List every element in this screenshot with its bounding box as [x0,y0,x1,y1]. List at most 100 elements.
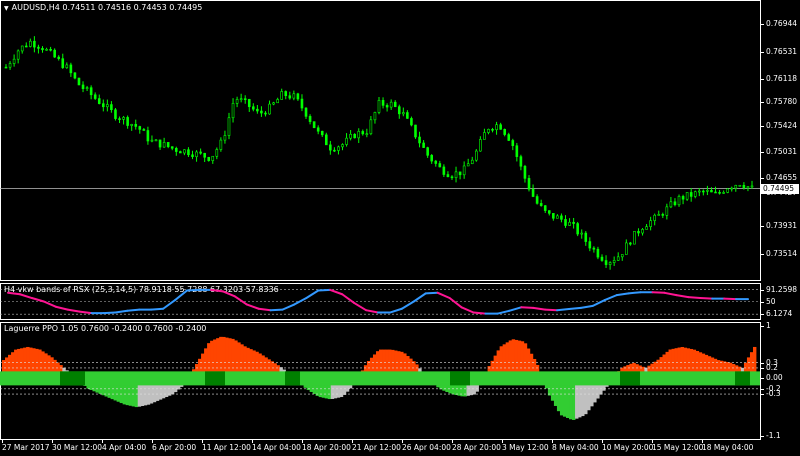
candle [93,92,97,100]
time-tick-label: 27 Mar 2017 [2,443,50,452]
time-tick-label: 14 Apr 04:00 [252,443,301,452]
candle [69,62,73,77]
candle [166,142,170,149]
rsx-segment [257,307,272,312]
time-tick-label: 3 May 12:00 [502,443,549,452]
axis-tick-label: -0.3 [766,389,781,399]
rsx-segment [150,307,165,311]
time-tick-label: 6 Apr 20:00 [152,443,197,452]
rsx-segment [186,288,200,292]
rsx-segment [472,311,487,315]
rsx-segment [400,300,415,310]
candle [239,93,243,103]
candle [669,196,673,209]
axis-tick-label: -1.1 [766,431,781,440]
rsx-segment [305,289,320,300]
ppo-indicator-chart[interactable] [0,322,760,440]
candle [361,129,365,136]
axis-tick-label: 0.75424 [766,120,798,130]
rsx-segment [269,308,284,312]
time-tick-label: 15 May 12:00 [652,443,704,452]
candle [438,160,442,168]
candle [483,128,486,140]
rsx-segment [615,292,630,297]
candle [677,194,681,207]
rsx-segment [627,291,642,295]
candle [479,136,482,152]
rsx-segment [699,297,714,300]
rsx-segment [520,306,535,309]
candle [24,42,28,48]
candle [673,198,677,207]
candle [377,97,381,115]
ppo-zero-band-dark [450,371,470,386]
rsx-pane[interactable]: H4 vkw bands of RSX (25,3,14,5) 78.9118 … [0,283,800,320]
rsx-segment [603,294,618,302]
candle [53,48,56,58]
candle [191,150,194,160]
candle [324,132,328,146]
candle [572,217,575,229]
candle [89,85,93,100]
axis-tick-label: 91.2598 [766,284,798,294]
candle [503,128,506,137]
candle [612,256,616,266]
rsx-segment [317,288,332,292]
candle [730,186,734,192]
candle [272,101,275,106]
candle [329,140,332,155]
candle [126,115,129,129]
candle [61,53,65,69]
ppo-zero-band-dark [620,371,640,386]
candle [385,103,389,112]
rsx-segment [448,297,463,309]
candle [556,214,559,219]
ppo-zero-band-dark [205,371,225,386]
candle [49,46,52,52]
candle [616,252,620,261]
rsx-segment [579,304,594,309]
candle [580,229,584,239]
candle [243,95,247,104]
candle [183,149,186,156]
candlestick-chart[interactable] [0,0,760,281]
candle [564,215,567,228]
time-tick-label: 21 Apr 12:00 [352,443,401,452]
candle [491,127,494,133]
candle [187,147,190,158]
candle [231,98,235,123]
candle [33,36,36,53]
candle [300,94,304,112]
candle [158,139,162,150]
candle [260,106,263,117]
candle [264,111,267,117]
candle [211,155,215,164]
candle [381,97,385,109]
candle [256,104,259,114]
candle [661,212,665,219]
candle [174,146,178,156]
candle [637,228,640,237]
candle [252,103,255,112]
axis-tick-label: 0.73514 [766,249,798,259]
rsx-segment [663,291,678,297]
candle [312,121,316,129]
rsx-segment [102,311,117,315]
current-price-tag: 0.74495 [760,184,799,194]
price-pane[interactable]: ▼ AUDUSD,H4 0.74511 0.74516 0.74453 0.744… [0,0,800,281]
candle [288,91,292,100]
candle [316,125,320,135]
axis-tick-label: 0.76531 [766,46,798,56]
candle [576,221,579,237]
candle [402,107,405,117]
candle [620,254,624,261]
axis-tick-label: 0.75031 [766,147,798,157]
rsx-indicator-chart[interactable] [0,283,760,320]
axis-tick-label: 0.2 [766,362,778,372]
axis-tick-label: 0.76944 [766,18,798,28]
candle [292,90,296,101]
ppo-pane[interactable]: Laguerre PPO 1.05 0.7600 -0.2400 0.7600 … [0,321,800,440]
candle [665,203,669,220]
candle [320,130,324,138]
candle [418,131,421,148]
